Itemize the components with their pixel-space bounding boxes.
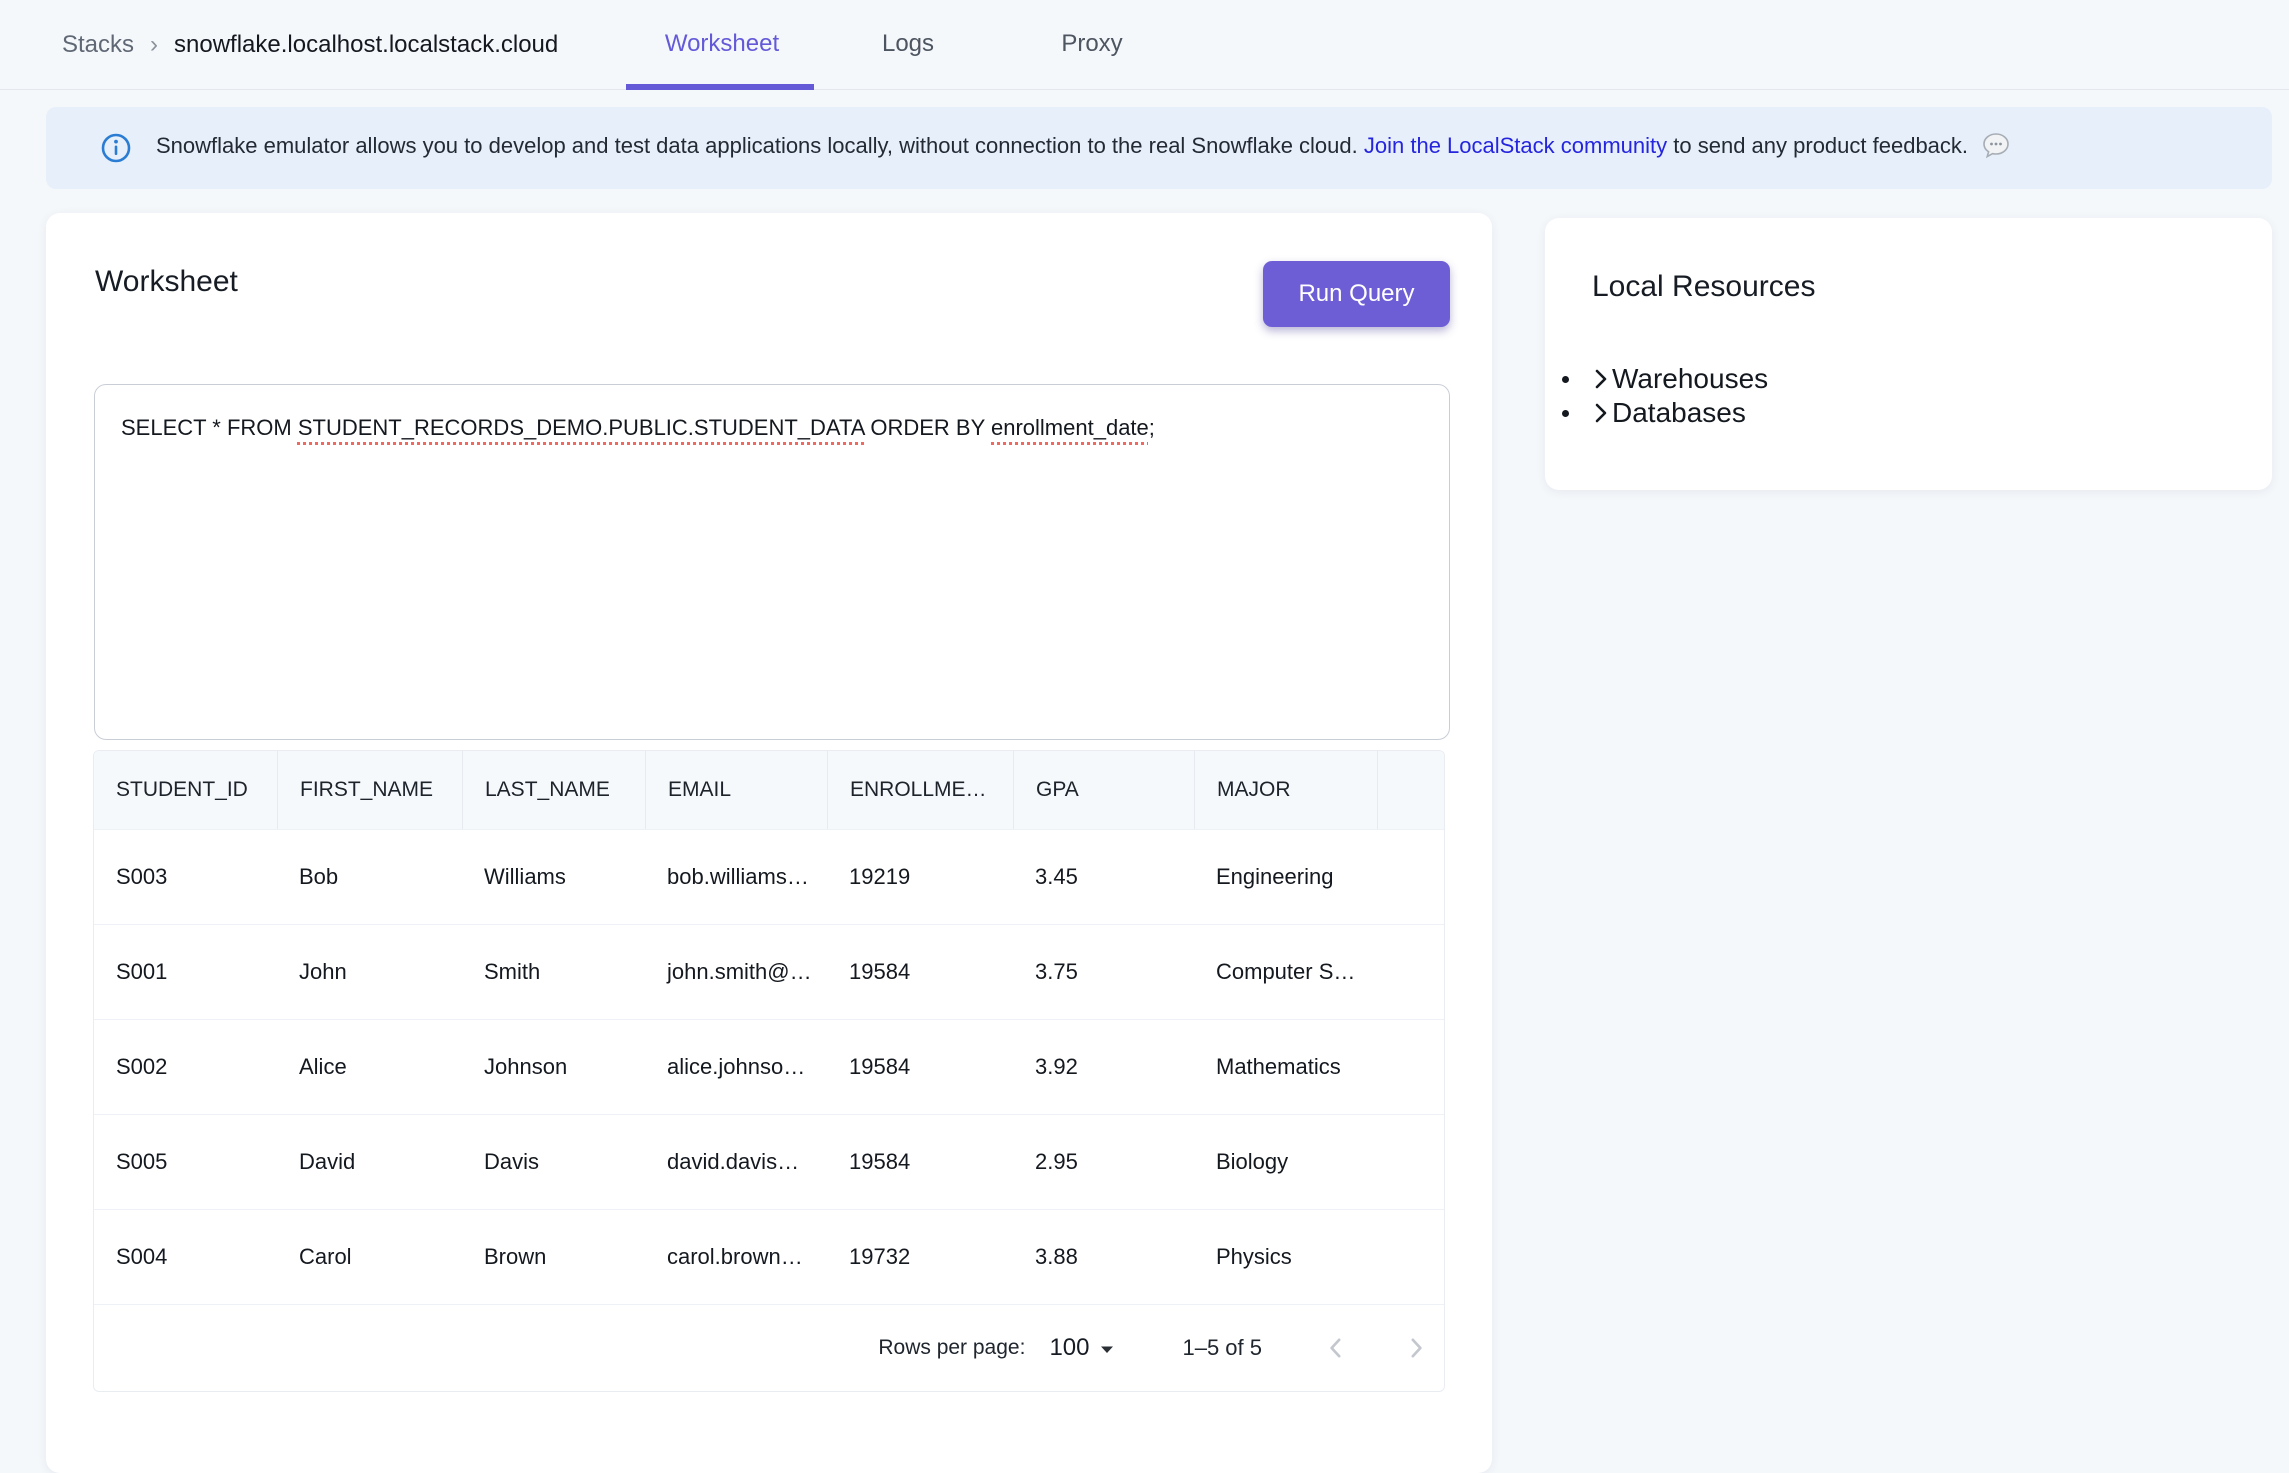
cell-enrollment: 19732 [827,1244,1013,1270]
cell-last-name: Johnson [462,1054,645,1080]
sql-text-column-identifier: enrollment_date [991,415,1149,440]
sql-text-table-identifier: STUDENT_RECORDS_DEMO.PUBLIC.STUDENT_DATA [298,415,864,440]
cell-first-name: Carol [277,1244,462,1270]
breadcrumb-stacks-link[interactable]: Stacks [62,31,134,59]
cell-student-id: S002 [94,1054,277,1080]
breadcrumb-separator-icon: › [150,31,158,59]
column-header-first-name[interactable]: FIRST_NAME [277,751,462,829]
chevron-right-icon [1401,1333,1431,1363]
bullet-icon [1562,376,1569,383]
cell-email: carol.brown… [645,1244,827,1270]
chevron-right-icon [1590,400,1612,426]
cell-enrollment: 19584 [827,1054,1013,1080]
active-tab-indicator [626,84,814,90]
cell-enrollment: 19219 [827,864,1013,890]
sql-text-orderby: ORDER BY [864,415,991,440]
cell-first-name: John [277,959,462,985]
cell-student-id: S005 [94,1149,277,1175]
rows-per-page-label: Rows per page: [878,1336,1025,1360]
cell-gpa: 3.92 [1013,1054,1194,1080]
cell-last-name: Davis [462,1149,645,1175]
table-row: S003 Bob Williams bob.williams… 19219 3.… [94,829,1444,924]
cell-enrollment: 19584 [827,959,1013,985]
worksheet-title: Worksheet [95,265,238,299]
column-header-student-id[interactable]: STUDENT_ID [94,751,277,829]
cell-major: Biology [1194,1149,1377,1175]
run-query-button[interactable]: Run Query [1263,261,1450,327]
bullet-icon [1562,410,1569,417]
cell-major: Physics [1194,1244,1377,1270]
cell-gpa: 2.95 [1013,1149,1194,1175]
rows-per-page-select[interactable]: 100 [1049,1334,1114,1362]
column-header-major[interactable]: MAJOR [1194,751,1377,829]
tab-worksheet[interactable]: Worksheet [665,0,779,88]
banner-text-before-link: Snowflake emulator allows you to develop… [156,133,1358,158]
chevron-left-icon [1321,1333,1351,1363]
table-row: S004 Carol Brown carol.brown… 19732 3.88… [94,1209,1444,1304]
cell-major: Computer S… [1194,959,1377,985]
rows-per-page-value: 100 [1049,1334,1089,1362]
column-header-email[interactable]: EMAIL [645,751,827,829]
column-header-filler [1377,751,1444,829]
cell-email: david.davis… [645,1149,827,1175]
cell-gpa: 3.75 [1013,959,1194,985]
localstack-community-link[interactable]: Join the LocalStack community [1364,133,1667,158]
cell-last-name: Williams [462,864,645,890]
breadcrumb: Stacks › snowflake.localhost.localstack.… [62,0,558,90]
speech-bubble-icon [1982,132,2010,165]
next-page-button[interactable] [1394,1326,1438,1370]
info-icon [100,132,132,164]
results-table: STUDENT_ID FIRST_NAME LAST_NAME EMAIL EN… [93,750,1445,1392]
table-header-row: STUDENT_ID FIRST_NAME LAST_NAME EMAIL EN… [94,751,1444,829]
dropdown-arrow-icon [1100,1336,1114,1360]
local-resources-title: Local Resources [1592,270,1815,304]
column-header-gpa[interactable]: GPA [1013,751,1194,829]
cell-student-id: S004 [94,1244,277,1270]
local-resources-panel: Local Resources Warehouses Databases [1545,218,2272,490]
cell-enrollment: 19584 [827,1149,1013,1175]
breadcrumb-current-stack: snowflake.localhost.localstack.cloud [174,31,558,59]
cell-gpa: 3.88 [1013,1244,1194,1270]
cell-last-name: Smith [462,959,645,985]
resources-tree: Warehouses Databases [1545,362,2272,430]
sql-text-semicolon: ; [1149,415,1155,440]
tree-item-warehouses[interactable]: Warehouses [1545,362,2272,396]
column-header-enrollment[interactable]: ENROLLME… [827,751,1013,829]
tab-proxy[interactable]: Proxy [1061,0,1122,88]
cell-gpa: 3.45 [1013,864,1194,890]
cell-first-name: Bob [277,864,462,890]
table-row: S002 Alice Johnson alice.johnso… 19584 3… [94,1019,1444,1114]
cell-student-id: S001 [94,959,277,985]
cell-student-id: S003 [94,864,277,890]
tree-item-label: Warehouses [1612,363,1768,395]
previous-page-button[interactable] [1314,1326,1358,1370]
cell-first-name: David [277,1149,462,1175]
cell-last-name: Brown [462,1244,645,1270]
tab-logs[interactable]: Logs [882,0,934,88]
sql-editor[interactable]: SELECT * FROM STUDENT_RECORDS_DEMO.PUBLI… [94,384,1450,740]
cell-email: alice.johnso… [645,1054,827,1080]
tree-item-label: Databases [1612,397,1746,429]
cell-email: john.smith@… [645,959,827,985]
cell-major: Mathematics [1194,1054,1377,1080]
tree-item-databases[interactable]: Databases [1545,396,2272,430]
banner-text-after-link: to send any product feedback. [1673,133,1968,158]
info-banner: Snowflake emulator allows you to develop… [46,107,2272,189]
table-row: S005 David Davis david.davis… 19584 2.95… [94,1114,1444,1209]
cell-major: Engineering [1194,864,1377,890]
worksheet-panel: Worksheet Run Query SELECT * FROM STUDEN… [46,213,1492,1473]
table-row: S001 John Smith john.smith@… 19584 3.75 … [94,924,1444,1019]
cell-first-name: Alice [277,1054,462,1080]
top-nav-bar: Stacks › snowflake.localhost.localstack.… [0,0,2289,90]
chevron-right-icon [1590,366,1612,392]
cell-email: bob.williams… [645,864,827,890]
column-header-last-name[interactable]: LAST_NAME [462,751,645,829]
banner-text: Snowflake emulator allows you to develop… [156,132,2010,165]
pagination-bar: Rows per page: 100 1–5 of 5 [94,1304,1444,1391]
pagination-range: 1–5 of 5 [1182,1335,1262,1361]
sql-text-keyword: SELECT * FROM [121,415,298,440]
